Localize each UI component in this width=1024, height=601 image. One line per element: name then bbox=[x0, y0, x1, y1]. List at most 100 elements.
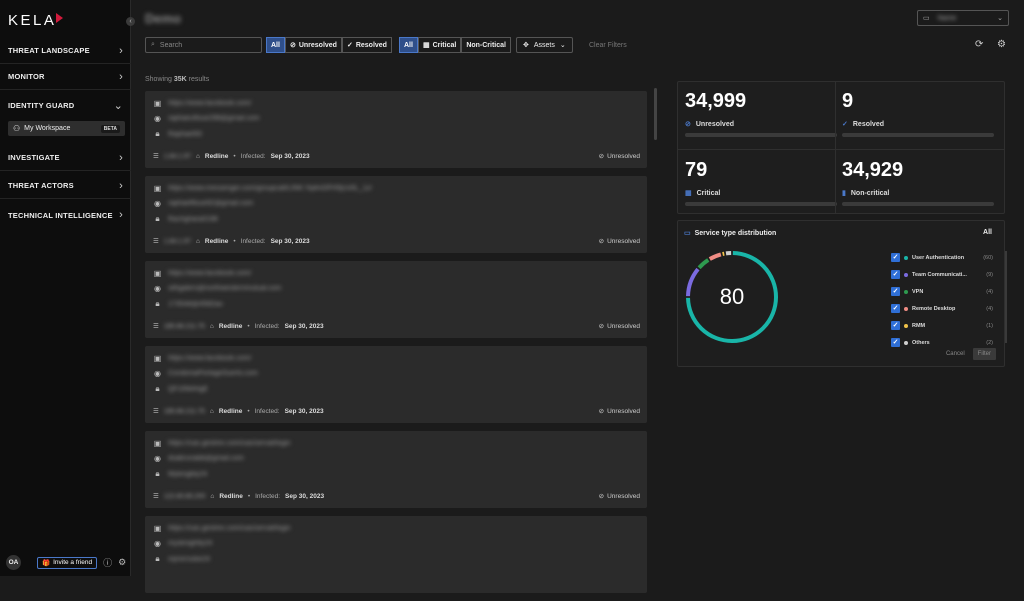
legend-item[interactable]: ✓ VPN (4) bbox=[891, 283, 1001, 300]
status-badge[interactable]: ⊘Unresolved bbox=[599, 152, 640, 160]
legend-item[interactable]: ✓ Remote Desktop (4) bbox=[891, 300, 1001, 317]
leak-card[interactable]: ▣https://www.facebook.com/ ◉raphaeufloue… bbox=[145, 91, 647, 168]
password-row: 🔒︎QF1R84HgE bbox=[153, 384, 208, 394]
critical-filter-button[interactable]: ▦Critical bbox=[418, 37, 461, 53]
legend-label: RMM bbox=[912, 323, 925, 329]
list-scrollbar[interactable] bbox=[654, 88, 657, 140]
server-icon: ☰ bbox=[153, 152, 159, 160]
donut-slice-remote-desktop[interactable] bbox=[710, 254, 721, 259]
legend-item[interactable]: ✓ User Authentication (60) bbox=[891, 249, 1001, 266]
leak-card[interactable]: ▣https://cas.gestrex.com/cas/servat/logi… bbox=[145, 431, 647, 508]
stat-noncritical[interactable]: 34,929 ▮Non-critical bbox=[842, 159, 994, 182]
unresolved-icon: ⊘ bbox=[599, 492, 604, 500]
browser-icon: ▣ bbox=[153, 269, 162, 278]
assets-dropdown[interactable]: ✥Assets⌄ bbox=[516, 37, 573, 53]
help-icon[interactable]: ⓘ bbox=[103, 556, 112, 569]
leak-ip: 185.66.211.75 bbox=[164, 323, 205, 330]
lock-icon: 🔒︎ bbox=[153, 129, 162, 139]
nav-threat-actors[interactable]: THREAT ACTORS› bbox=[0, 173, 131, 199]
legend-item[interactable]: ✓ RMM (1) bbox=[891, 317, 1001, 334]
search-placeholder: Search bbox=[160, 42, 182, 49]
separator-dot: • bbox=[247, 408, 249, 415]
nav-technical-intelligence[interactable]: TECHNICAL INTELLIGENCE› bbox=[0, 202, 131, 228]
user-icon: ◉ bbox=[153, 539, 162, 548]
status-badge[interactable]: ⊘Unresolved bbox=[599, 492, 640, 500]
lock-icon: 🔒︎ bbox=[153, 214, 162, 224]
stat-bar bbox=[842, 202, 994, 206]
sidebar-footer: OA 🎁Invite a friend ⓘ ⚙ bbox=[6, 555, 126, 570]
noncritical-filter-button[interactable]: Non-Critical bbox=[461, 37, 511, 53]
cancel-button[interactable]: Cancel bbox=[946, 351, 965, 357]
clear-filters-button[interactable]: Clear Filters bbox=[589, 37, 627, 53]
stat-label: Critical bbox=[697, 190, 721, 197]
nav-threat-landscape[interactable]: THREAT LANDSCAPE› bbox=[0, 38, 131, 64]
invite-friend-button[interactable]: 🎁Invite a friend bbox=[37, 557, 97, 569]
donut-slice-vpn[interactable] bbox=[699, 260, 708, 268]
checkbox-checked-icon[interactable]: ✓ bbox=[891, 270, 900, 279]
leak-password: Raphael93 bbox=[168, 131, 202, 138]
status-badge[interactable]: ⊘Unresolved bbox=[599, 237, 640, 245]
critical-icon: ▦ bbox=[423, 41, 430, 49]
donut-slice-team-communicati[interactable] bbox=[688, 269, 698, 296]
stat-bar bbox=[842, 133, 994, 137]
status-badge[interactable]: ⊘Unresolved bbox=[599, 322, 640, 330]
checkbox-checked-icon[interactable]: ✓ bbox=[891, 304, 900, 313]
checkbox-checked-icon[interactable]: ✓ bbox=[891, 338, 900, 347]
kela-logo[interactable]: KELA bbox=[8, 12, 56, 29]
service-legend: ✓ User Authentication (60)✓ Team Communi… bbox=[891, 249, 1001, 351]
stat-unresolved[interactable]: 34,999 ⊘Unresolved bbox=[685, 90, 837, 113]
nav-monitor[interactable]: MONITOR› bbox=[0, 64, 131, 90]
nav-investigate[interactable]: INVESTIGATE› bbox=[0, 145, 131, 171]
legend-label: Remote Desktop bbox=[912, 306, 955, 312]
legend-count: (1) bbox=[986, 323, 993, 329]
server-icon: ☰ bbox=[153, 407, 159, 415]
refresh-icon[interactable]: ⟳ bbox=[975, 39, 983, 50]
check-circle-icon: ✓ bbox=[842, 120, 848, 128]
user-icon: ◉ bbox=[153, 454, 162, 463]
stat-critical[interactable]: 79 ▦Critical bbox=[685, 159, 837, 182]
status-badge[interactable]: ⊘Unresolved bbox=[599, 407, 640, 415]
chevron-right-icon: › bbox=[119, 71, 123, 83]
stat-resolved[interactable]: 9 ✓Resolved bbox=[842, 90, 994, 113]
chevron-right-icon: › bbox=[119, 180, 123, 192]
nav-identity-guard[interactable]: IDENTITY GUARD⌄ bbox=[0, 92, 131, 118]
service-filter-all[interactable]: All bbox=[983, 229, 992, 236]
leak-card[interactable]: ▣https://www.messenger.com/groupcall/LIN… bbox=[145, 176, 647, 253]
legend-color-dot bbox=[904, 290, 908, 294]
checkbox-checked-icon[interactable]: ✓ bbox=[891, 321, 900, 330]
legend-color-dot bbox=[904, 273, 908, 277]
filter-apply-button[interactable]: Filter bbox=[973, 348, 996, 360]
separator-dot: • bbox=[248, 493, 250, 500]
leak-ip: 122.80.85.200 bbox=[164, 493, 206, 500]
legend-item[interactable]: ✓ Team Communicati... (9) bbox=[891, 266, 1001, 283]
leak-card[interactable]: ▣https://www.facebook.com/ ◉silhgalers@n… bbox=[145, 261, 647, 338]
unresolved-filter-button[interactable]: ⊘Unresolved bbox=[285, 37, 342, 53]
leak-card[interactable]: ▣https://cas.gestrex.com/cas/servat/logi… bbox=[145, 516, 647, 593]
search-icon: ⌕ bbox=[151, 41, 155, 49]
browser-icon: ▣ bbox=[153, 184, 162, 193]
legend-label: User Authentication bbox=[912, 255, 964, 261]
chevron-right-icon: › bbox=[119, 152, 123, 164]
stat-value: 34,929 bbox=[842, 159, 994, 182]
search-input[interactable]: ⌕ Search bbox=[145, 37, 262, 53]
avatar[interactable]: OA bbox=[6, 555, 21, 570]
status-all-button[interactable]: All bbox=[266, 37, 285, 53]
checkbox-checked-icon[interactable]: ✓ bbox=[891, 287, 900, 296]
noncritical-icon: ▮ bbox=[842, 189, 846, 197]
user-row: ◉CondoniaPortageSuerts.com bbox=[153, 369, 258, 378]
leak-password: Rachghara0198 bbox=[168, 216, 218, 223]
leak-card[interactable]: ▣https://www.facebook.com/ ◉CondoniaPort… bbox=[145, 346, 647, 423]
severity-all-button[interactable]: All bbox=[399, 37, 418, 53]
leak-url: https://cas.gestrex.com/cas/servat/login bbox=[168, 440, 291, 447]
stats-panel: 34,999 ⊘Unresolved 9 ✓Resolved 79 ▦Criti… bbox=[677, 81, 1005, 214]
org-selector[interactable]: ▭ Name ⌄ bbox=[917, 10, 1009, 26]
resolved-filter-button[interactable]: ✓Resolved bbox=[342, 37, 392, 53]
browser-icon: ▣ bbox=[153, 99, 162, 108]
settings-gear-icon[interactable]: ⚙ bbox=[118, 557, 126, 568]
settings-gear-icon[interactable]: ⚙ bbox=[997, 39, 1006, 50]
collapse-sidebar-icon[interactable]: ‹ bbox=[126, 17, 135, 26]
sidebar-item-my-workspace[interactable]: ⚇ My Workspace BETA bbox=[8, 121, 125, 136]
checkbox-checked-icon[interactable]: ✓ bbox=[891, 253, 900, 262]
user-row: ◉silhgalers@northwesternmutual.com bbox=[153, 284, 281, 293]
legend-scrollbar[interactable] bbox=[1005, 251, 1007, 343]
